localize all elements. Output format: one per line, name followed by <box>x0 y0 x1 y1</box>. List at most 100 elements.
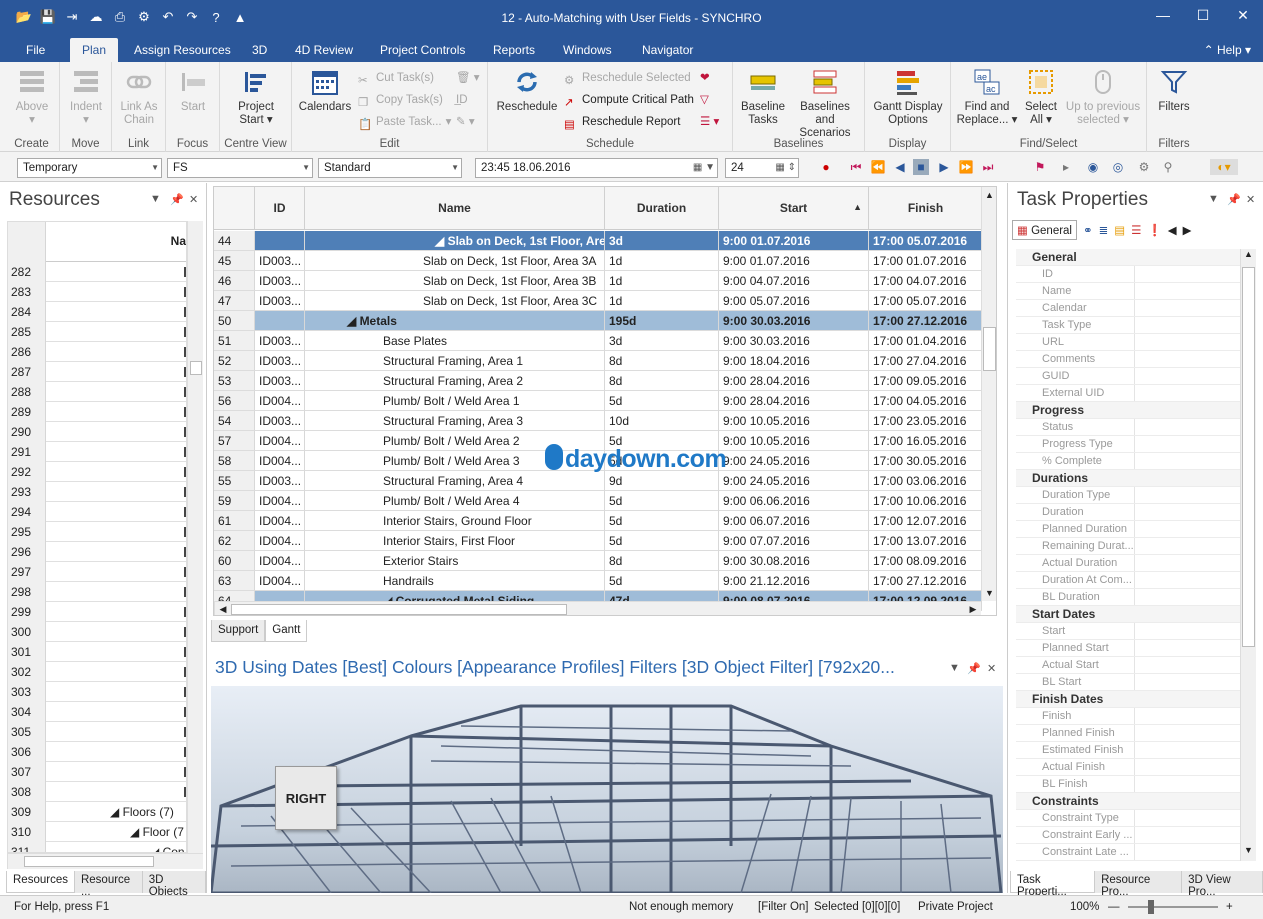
paste-task-button[interactable]: 📋 Paste Task... ▾ <box>358 112 451 132</box>
resource-row[interactable]: 291 <box>8 442 186 462</box>
reschedule-button[interactable]: Reschedule <box>492 66 562 114</box>
resource-row[interactable]: 311 ◢ Con <box>8 842 186 852</box>
resource-row[interactable]: 306 <box>8 742 186 762</box>
close-icon[interactable]: ✕ <box>1223 4 1263 26</box>
database-tab-icon[interactable]: ≣ <box>1099 223 1109 237</box>
forward-icon[interactable]: ▸ <box>1058 159 1074 175</box>
panel-dropdown-icon[interactable]: ▼ <box>1208 193 1219 205</box>
property-item[interactable]: Planned Duration <box>1016 521 1240 538</box>
property-item[interactable]: Actual Start <box>1016 657 1240 674</box>
resource-row[interactable]: 287 <box>8 362 186 382</box>
resource-row[interactable]: 289 <box>8 402 186 422</box>
up-to-previous-selected-button[interactable]: Up to previous selected ▾ <box>1061 66 1145 127</box>
resource-row[interactable]: 307 <box>8 762 186 782</box>
table-row[interactable]: 54 ID003... Structural Framing, Area 3 10d 9… <box>214 411 982 431</box>
resource-row[interactable]: 310 ◢ Floor (7 <box>8 822 186 842</box>
property-item[interactable]: ID <box>1016 266 1240 283</box>
step-field[interactable]: 24 ▦ ⇕ <box>725 158 799 178</box>
resource-row[interactable]: 294 <box>8 502 186 522</box>
table-row[interactable]: 59 ID004... Plumb/ Bolt / Weld Area 4 5d 9:0… <box>214 491 982 511</box>
property-item[interactable]: BL Start <box>1016 674 1240 691</box>
property-section[interactable]: General <box>1016 249 1240 266</box>
tab-reports[interactable]: Reports <box>485 38 543 62</box>
resource-row[interactable]: 300 <box>8 622 186 642</box>
duration-column-header[interactable]: Duration <box>605 187 719 229</box>
resource-row[interactable]: 297 <box>8 562 186 582</box>
tab-4d-review[interactable]: 4D Review <box>287 38 361 62</box>
resource-row[interactable]: 302 <box>8 662 186 682</box>
zoom-slider-thumb[interactable] <box>1148 900 1154 914</box>
tab-plan[interactable]: Plan <box>70 38 119 62</box>
link-as-chain-button[interactable]: Link As Chain <box>116 66 162 127</box>
tab-task-properties[interactable]: Task Properti... <box>1010 871 1096 898</box>
scroll-up-icon[interactable]: ▲ <box>982 187 996 203</box>
eye-icon[interactable]: ◎ <box>1110 159 1126 175</box>
resource-row[interactable]: 296 <box>8 542 186 562</box>
property-item[interactable]: Actual Duration <box>1016 555 1240 572</box>
property-item[interactable]: Constraint Late ... <box>1016 844 1240 861</box>
property-item[interactable]: Estimated Finish <box>1016 742 1240 759</box>
resource-row[interactable]: 286 <box>8 342 186 362</box>
link-tab-icon[interactable]: ⚭ <box>1083 223 1093 237</box>
record-icon[interactable]: ● <box>818 159 834 175</box>
grid-vscroll[interactable]: ▲ ▼ <box>981 187 996 601</box>
find-replace-button[interactable]: ae ac Find and Replace... ▾ <box>955 66 1019 127</box>
alert-tab-icon[interactable]: ❗ <box>1147 223 1161 237</box>
property-item[interactable]: Constraint Early ... <box>1016 827 1240 844</box>
resource-row[interactable]: 301 <box>8 642 186 662</box>
table-row[interactable]: 46 ID003... Slab on Deck, 1st Floor, Area … <box>214 271 982 291</box>
play-back-icon[interactable]: ◀ <box>892 159 908 175</box>
tab-resource-groups[interactable]: Resource ... <box>74 871 143 898</box>
pin-icon[interactable]: 📌 <box>170 193 184 206</box>
resources-tab-icon[interactable]: ▤ <box>1114 223 1125 237</box>
resources-hscroll[interactable] <box>7 853 203 869</box>
scroll-thumb[interactable] <box>1242 267 1255 647</box>
property-item[interactable]: GUID <box>1016 368 1240 385</box>
camera-icon[interactable]: ◉ <box>1085 159 1101 175</box>
id-icon[interactable]: I̲D <box>456 90 468 110</box>
compute-critical-path-button[interactable]: ↗ Compute Critical Path <box>564 90 694 110</box>
tab-3d[interactable]: 3D <box>244 38 275 62</box>
step-back-icon[interactable]: ⏪ <box>870 159 886 175</box>
reschedule-report-button[interactable]: ▤ Reschedule Report <box>564 112 680 132</box>
property-section[interactable]: Progress <box>1016 402 1240 419</box>
properties-vscroll[interactable]: ▲ ▼ <box>1240 249 1256 861</box>
resource-row[interactable]: 290 <box>8 422 186 442</box>
lock-icon[interactable]: ⚲ <box>1160 159 1176 175</box>
resource-row[interactable]: 308 <box>8 782 186 802</box>
table-row[interactable]: 45 ID003... Slab on Deck, 1st Floor, Area … <box>214 251 982 271</box>
start-focus-button[interactable]: Start <box>170 66 216 114</box>
skip-end-icon[interactable]: ⏭ <box>980 159 996 175</box>
tab-navigator[interactable]: Navigator <box>634 38 701 62</box>
property-section[interactable]: Start Dates <box>1016 606 1240 623</box>
theme-icon[interactable]: ◐▾ <box>1210 159 1238 175</box>
link-type-select[interactable]: FS ▼ <box>167 158 313 178</box>
settings-icon[interactable]: ⚙ <box>1136 159 1152 175</box>
property-item[interactable]: % Complete <box>1016 453 1240 470</box>
hscroll-thumb[interactable] <box>24 856 154 867</box>
property-item[interactable]: Planned Start <box>1016 640 1240 657</box>
finish-column-header[interactable]: Finish <box>869 187 982 229</box>
scroll-down-icon[interactable]: ▼ <box>982 585 996 601</box>
property-item[interactable]: BL Duration <box>1016 589 1240 606</box>
grid-hscroll[interactable]: ◀ ▶ <box>214 601 981 615</box>
property-item[interactable]: Progress Type <box>1016 436 1240 453</box>
property-item[interactable]: Planned Finish <box>1016 725 1240 742</box>
resource-row[interactable]: 282 <box>8 262 186 282</box>
resource-row[interactable]: 283 <box>8 282 186 302</box>
close-icon[interactable]: ✕ <box>987 662 996 675</box>
tab-file[interactable]: File <box>18 38 53 62</box>
zoom-in-icon[interactable]: + <box>1226 896 1233 918</box>
resource-row[interactable]: 284 <box>8 302 186 322</box>
property-item[interactable]: URL <box>1016 334 1240 351</box>
table-row[interactable]: 62 ID004... Interior Stairs, First Floor 5d… <box>214 531 982 551</box>
datetime-field[interactable]: 23:45 18.06.2016 ▦ ▼ <box>475 158 718 178</box>
tab-resource-properties[interactable]: Resource Pro... <box>1095 871 1183 898</box>
property-item[interactable]: Comments <box>1016 351 1240 368</box>
resource-row[interactable]: 299 <box>8 602 186 622</box>
table-row[interactable]: 55 ID003... Structural Framing, Area 4 9d 9:… <box>214 471 982 491</box>
property-item[interactable]: Task Type <box>1016 317 1240 334</box>
zoom-out-icon[interactable]: — <box>1108 896 1120 918</box>
calendar-select[interactable]: Standard ▼ <box>318 158 462 178</box>
pin-icon[interactable]: 📌 <box>967 662 981 675</box>
